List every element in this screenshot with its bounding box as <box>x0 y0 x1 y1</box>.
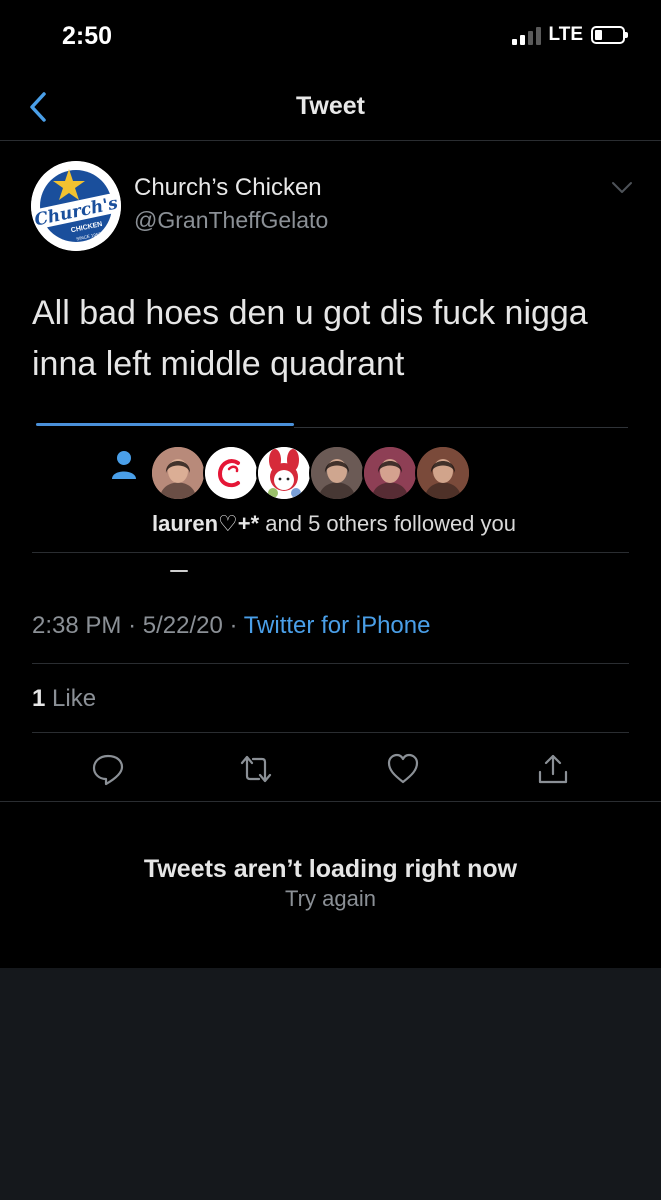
tweet-meta: 2:38 PM · 5/22/20 · Twitter for iPhone <box>32 612 430 640</box>
status-indicators: LTE <box>511 24 628 46</box>
header-divider <box>0 140 661 141</box>
card-bottom-divider <box>32 552 629 553</box>
author-avatar[interactable]: Church's CHICKEN SINCE 1952 <box>31 161 121 251</box>
follower-avatar[interactable] <box>362 445 418 501</box>
tweet-date: 5/22/20 <box>142 612 223 639</box>
churchs-logo-icon: Church's CHICKEN SINCE 1952 <box>31 161 121 251</box>
status-time: 2:50 <box>62 22 113 50</box>
person-photo-icon <box>364 447 416 499</box>
person-photo-icon <box>311 447 363 499</box>
share-icon[interactable] <box>536 752 570 786</box>
page-title: Tweet <box>296 92 365 120</box>
follow-notification-rest: and 5 others followed you <box>259 511 516 536</box>
follower-name: lauren♡+* <box>152 511 260 536</box>
battery-icon <box>591 26 628 44</box>
tweet-time: 2:38 PM <box>32 612 122 639</box>
person-photo-icon <box>417 447 469 499</box>
meta-separator: · <box>128 612 137 639</box>
follower-avatar[interactable] <box>309 445 365 501</box>
like-label: Like <box>45 685 97 712</box>
follower-avatar[interactable] <box>203 445 259 501</box>
signal-icon <box>511 25 541 45</box>
follow-notification-text[interactable]: lauren♡+* and 5 others followed you <box>152 511 516 537</box>
follower-avatars[interactable] <box>150 445 471 501</box>
heart-icon[interactable] <box>386 752 420 786</box>
person-photo-icon <box>152 447 204 499</box>
follower-avatar[interactable] <box>415 445 471 501</box>
empty-area <box>0 968 661 1200</box>
try-again-button[interactable]: Try again <box>0 886 661 912</box>
author-handle[interactable]: @GranTheffGelato <box>134 207 328 234</box>
person-icon <box>112 451 136 479</box>
reply-icon[interactable] <box>91 752 125 786</box>
follower-avatar[interactable] <box>150 445 206 501</box>
tweet-screen: 2:50 LTE Tweet Church's CHICKEN SINCE 19… <box>0 0 661 968</box>
meta-divider <box>32 663 629 664</box>
partial-content-mark <box>170 570 188 572</box>
my-melody-avatar-icon <box>258 447 310 499</box>
chickfila-logo-icon <box>205 447 257 499</box>
chevron-down-icon[interactable] <box>610 180 634 196</box>
like-count: 1 <box>32 685 46 712</box>
tweet-text: All bad hoes den u got dis fuck nigga in… <box>32 294 588 383</box>
actions-divider <box>0 801 661 802</box>
likes-divider <box>32 732 629 733</box>
error-title: Tweets aren’t loading right now <box>143 855 518 883</box>
tab-indicator <box>36 423 294 426</box>
meta-separator: · <box>229 612 238 639</box>
likes-link[interactable]: 1 Like <box>32 685 96 713</box>
tweet-client-link[interactable]: Twitter for iPhone <box>244 612 431 639</box>
retweet-icon[interactable] <box>239 752 273 786</box>
author-display-name[interactable]: Church’s Chicken <box>134 174 322 202</box>
follower-avatar[interactable] <box>256 445 312 501</box>
network-type: LTE <box>548 24 583 45</box>
card-top-divider <box>294 427 628 428</box>
